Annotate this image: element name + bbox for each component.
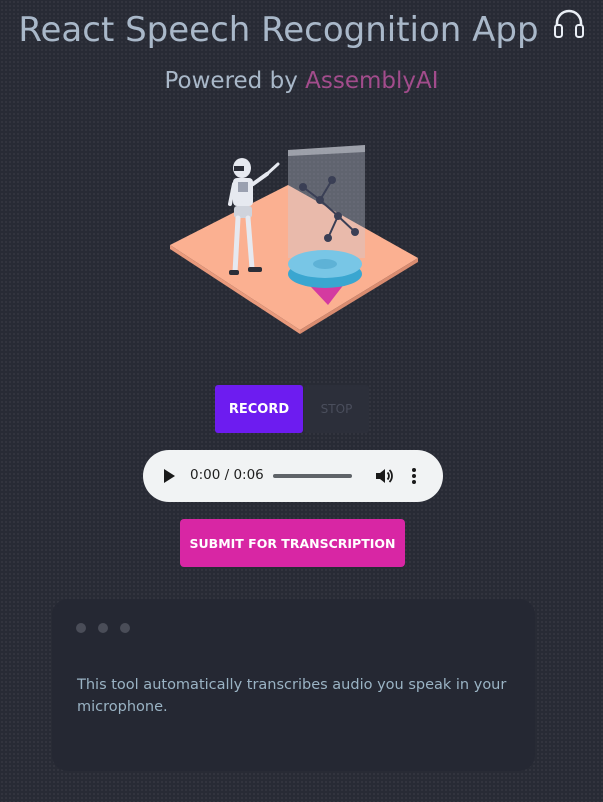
transcript-card: This tool automatically transcribes audi… — [52, 599, 535, 771]
audio-player[interactable]: 0:00 / 0:06 — [143, 450, 443, 502]
audio-time: 0:00 / 0:06 — [190, 467, 264, 483]
transcript-text: This tool automatically transcribes audi… — [77, 677, 507, 715]
window-dot — [120, 623, 130, 633]
page-title-text: React Speech Recognition App — [18, 10, 539, 50]
audio-progress-slider[interactable] — [273, 474, 352, 478]
volume-icon[interactable] — [375, 467, 393, 485]
play-icon[interactable] — [164, 469, 175, 483]
more-vert-icon[interactable] — [411, 467, 417, 485]
headphones-icon — [553, 8, 585, 49]
subtitle: Powered by AssemblyAI — [0, 68, 603, 94]
submit-transcription-button[interactable]: SUBMIT FOR TRANSCRIPTION — [180, 519, 405, 567]
record-button[interactable]: RECORD — [215, 385, 303, 433]
window-dot — [98, 623, 108, 633]
window-dot — [76, 623, 86, 633]
subtitle-prefix: Powered by — [164, 68, 298, 94]
window-dots — [76, 620, 142, 638]
robot-illustration — [160, 140, 430, 340]
brand-name: AssemblyAI — [305, 68, 439, 94]
stop-button[interactable]: STOP — [304, 385, 369, 433]
page-title: React Speech Recognition App — [0, 8, 603, 52]
